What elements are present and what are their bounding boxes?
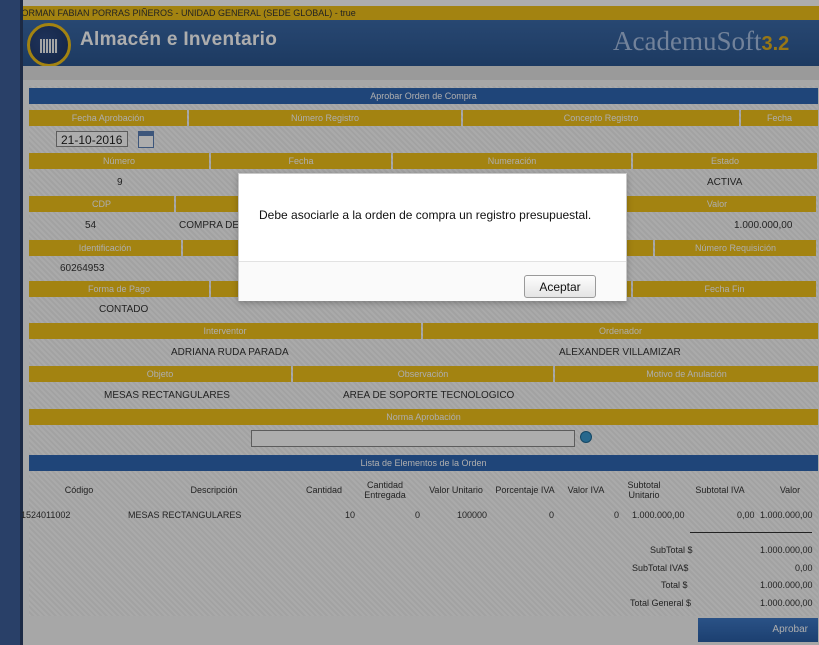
alert-dialog: Debe asociarle a la orden de compra un r… [238,173,627,301]
dialog-message: Debe asociarle a la orden de compra un r… [259,208,592,222]
accept-button[interactable]: Aceptar [524,275,596,298]
modal-overlay [0,0,819,645]
dialog-footer: Aceptar [239,261,626,301]
